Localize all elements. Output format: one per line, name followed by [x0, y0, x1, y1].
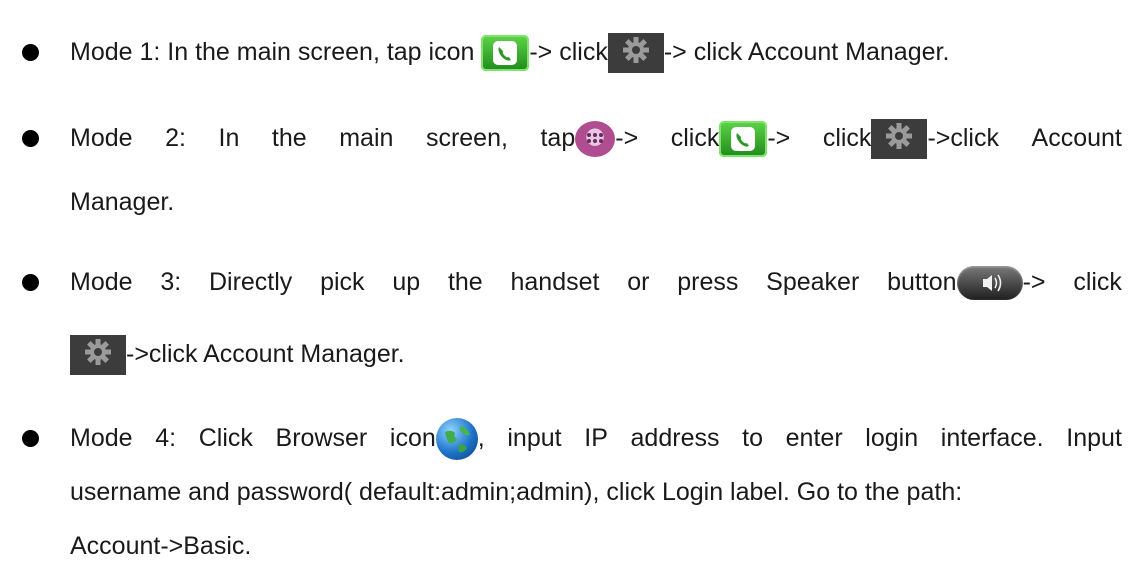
mode-4-line-2: username and password( default:admin;adm… [70, 478, 963, 506]
mode-4-line-1: Mode 4: Click Browser icon, input IP add… [70, 418, 1122, 461]
settings-gear-icon [607, 33, 664, 74]
mode-3-line-1: Mode 3: Directly pick up the handset or … [70, 262, 1122, 302]
mode-4-line-3: Account->Basic. [70, 532, 252, 560]
bullet [22, 430, 39, 447]
browser-globe-icon [435, 418, 478, 461]
phone-app-icon [481, 35, 530, 72]
bullet [22, 274, 39, 291]
mode-2-line-1: Mode 2: In the main screen, tap -> click -… [70, 118, 1122, 160]
speaker-button-icon [956, 266, 1023, 301]
phone-app-icon [719, 121, 768, 158]
app-drawer-icon [575, 121, 616, 158]
mode-2-line-2: Manager. [70, 188, 175, 216]
mode-1-text: Mode 1: In the main screen, tap icon -> … [70, 32, 949, 74]
bullet [22, 44, 39, 61]
settings-gear-icon [871, 119, 928, 160]
mode-3-line-2: ->click Account Manager. [70, 334, 405, 376]
bullet [22, 130, 39, 147]
settings-gear-icon [70, 335, 126, 376]
